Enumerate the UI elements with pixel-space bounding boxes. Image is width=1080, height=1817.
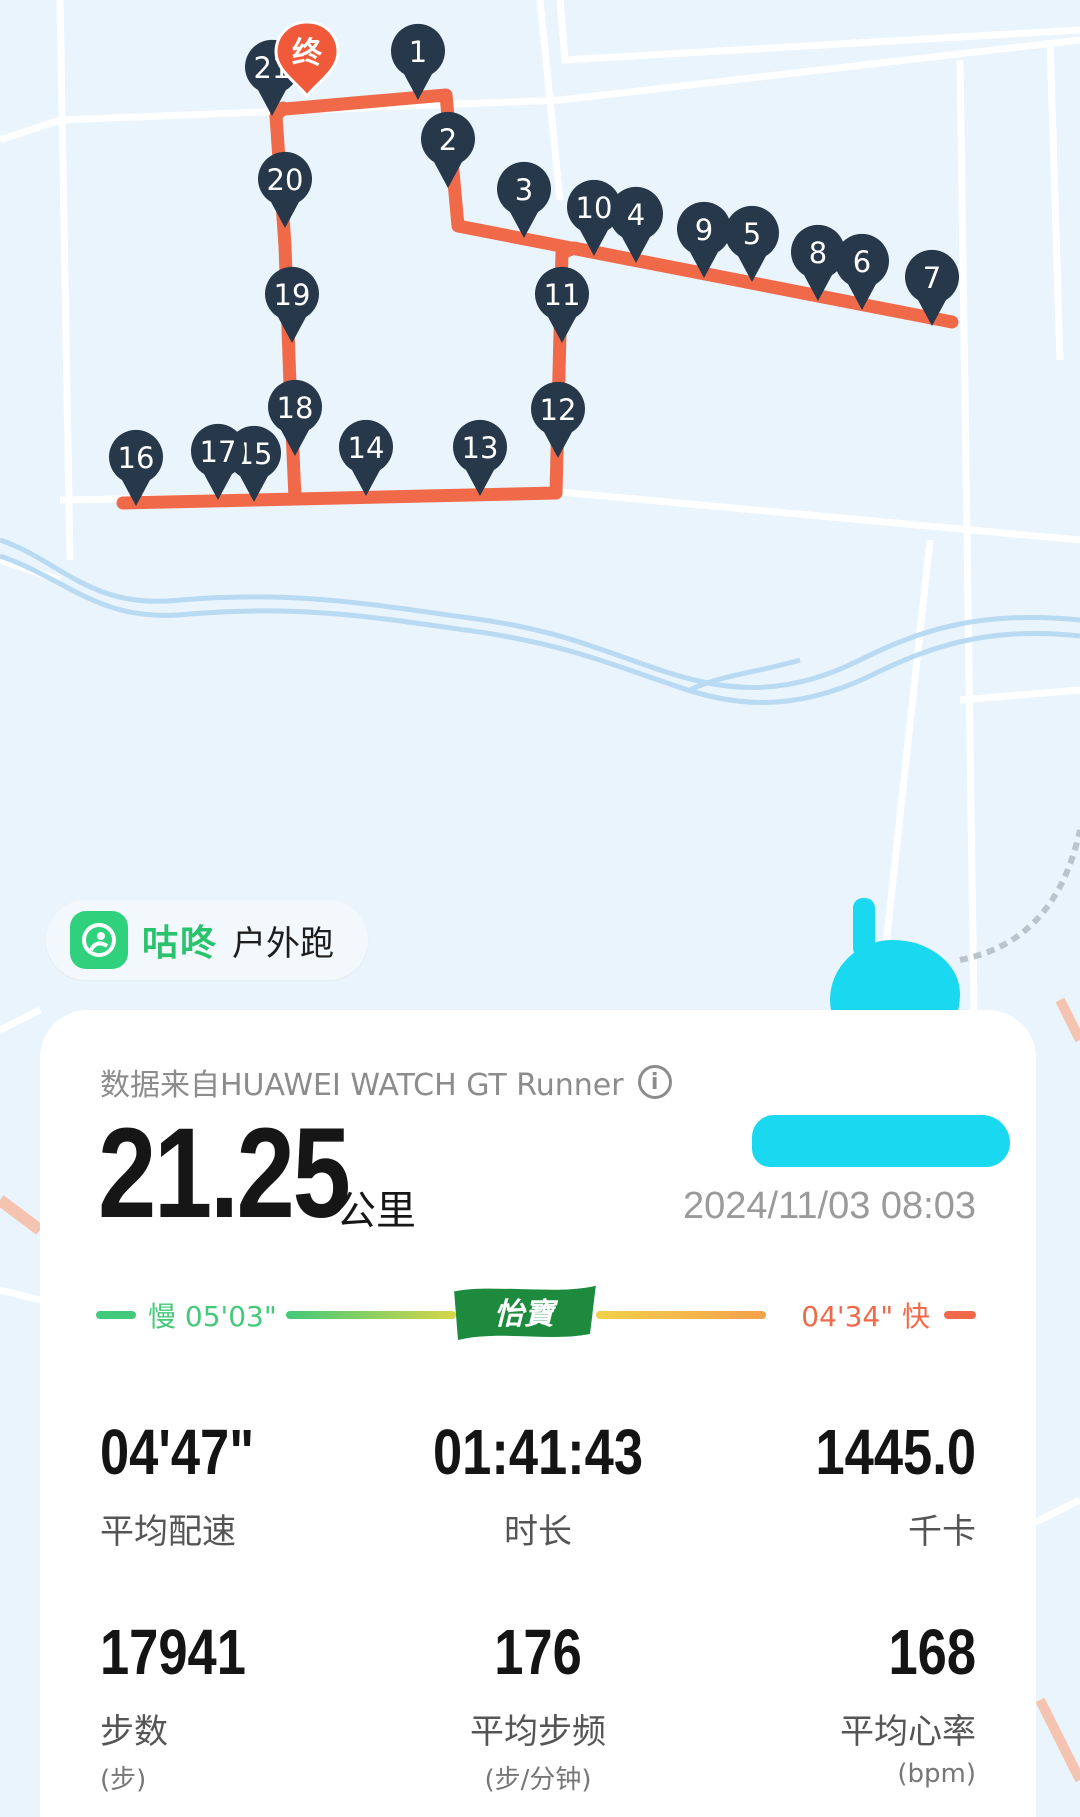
stat-value: 17941 bbox=[100, 1616, 246, 1688]
pace-gradient-right bbox=[596, 1311, 766, 1319]
km-marker-label: 12 bbox=[540, 393, 577, 427]
stat-value: 1445.0 bbox=[815, 1416, 976, 1488]
app-name: 咕咚 bbox=[142, 923, 219, 964]
km-marker-label: 19 bbox=[274, 278, 311, 312]
km-marker-label: 20 bbox=[267, 163, 304, 197]
km-marker-label: 17 bbox=[200, 435, 237, 469]
km-marker-label: 3 bbox=[515, 173, 533, 207]
km-marker-label: 10 bbox=[576, 191, 613, 225]
km-marker-label: 11 bbox=[544, 278, 581, 312]
km-marker-label: 8 bbox=[809, 236, 827, 270]
app-badge[interactable]: 咕咚 户外跑 bbox=[46, 900, 368, 980]
stat-calories: 1445.0 千卡 bbox=[676, 1420, 976, 1553]
stat-value: 04'47" bbox=[100, 1416, 255, 1488]
pace-slow-label: 慢 05'03" bbox=[140, 1295, 285, 1335]
stat-value: 01:41:43 bbox=[432, 1416, 644, 1488]
activity-datetime: 2024/11/03 08:03 bbox=[682, 1185, 976, 1227]
km-marker-label: 6 bbox=[853, 245, 871, 279]
distance-value: 21.25 bbox=[98, 1102, 351, 1245]
redacted-username bbox=[752, 1115, 1010, 1167]
codoon-app-icon bbox=[70, 911, 128, 969]
pace-fast-label: 04'34" 快 bbox=[793, 1295, 938, 1335]
km-marker-label: 2 bbox=[439, 123, 457, 157]
info-icon[interactable]: i bbox=[637, 1065, 672, 1099]
km-marker-label: 18 bbox=[277, 391, 314, 425]
summary-card: 数据来自HUAWEI WATCH GT Runner i 21.25 公里 20… bbox=[40, 1010, 1036, 1817]
stat-label: 千卡 bbox=[908, 1512, 976, 1552]
data-source-text: 数据来自HUAWEI WATCH GT Runner bbox=[100, 1068, 624, 1103]
end-marker-label: 终 bbox=[292, 36, 323, 71]
stat-label: 平均配速 bbox=[100, 1512, 236, 1552]
stat-avg-pace: 04'47" 平均配速 bbox=[100, 1420, 400, 1553]
sponsor-logo[interactable]: 怡寶 bbox=[450, 1280, 600, 1344]
pace-slow-dash bbox=[96, 1311, 136, 1319]
pace-gradient-left bbox=[286, 1311, 456, 1319]
stat-label: 时长 bbox=[504, 1512, 572, 1552]
stat-value: 168 bbox=[888, 1616, 976, 1688]
km-marker-label: 16 bbox=[118, 441, 155, 475]
sport-type: 户外跑 bbox=[232, 923, 335, 964]
km-marker-label: 7 bbox=[923, 261, 941, 295]
stat-label: 平均心率 bbox=[840, 1712, 976, 1752]
stat-unit: (bpm) bbox=[897, 1759, 976, 1789]
km-marker-label: 14 bbox=[348, 431, 385, 465]
stat-label: 平均步频 bbox=[470, 1712, 606, 1752]
sponsor-logo-text: 怡寶 bbox=[494, 1297, 559, 1332]
stat-duration: 01:41:43 时长 bbox=[388, 1420, 688, 1553]
stat-heart-rate: 168 平均心率 (bpm) bbox=[676, 1620, 976, 1789]
km-marker-label: 9 bbox=[695, 213, 713, 247]
data-source: 数据来自HUAWEI WATCH GT Runner i bbox=[100, 1060, 672, 1104]
stat-steps: 17941 步数 (步) bbox=[100, 1620, 400, 1796]
pace-fast-dash bbox=[944, 1311, 976, 1319]
stat-cadence: 176 平均步频 (步/分钟) bbox=[388, 1620, 688, 1796]
km-marker-label: 13 bbox=[462, 431, 499, 465]
stat-unit: (步) bbox=[100, 1765, 147, 1795]
stat-label: 步数 bbox=[100, 1712, 168, 1752]
pace-range-bar: 慢 05'03" 04'34" 快 怡寶 bbox=[96, 1280, 976, 1350]
km-marker-label: 5 bbox=[743, 217, 761, 251]
stat-value: 176 bbox=[494, 1616, 582, 1688]
km-marker-label: 4 bbox=[627, 198, 645, 232]
stat-unit: (步/分钟) bbox=[484, 1765, 592, 1795]
km-marker-label: 1 bbox=[409, 35, 427, 69]
distance-unit: 公里 bbox=[336, 1188, 416, 1234]
